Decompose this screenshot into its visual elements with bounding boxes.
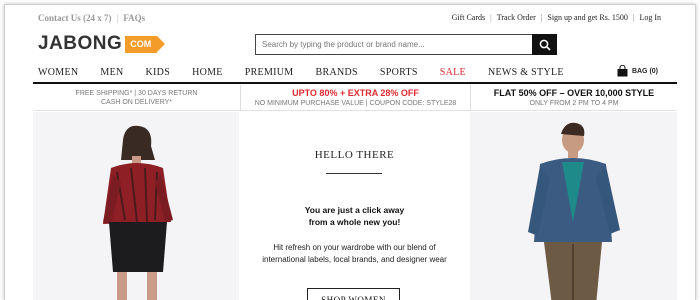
man-model-illustration [528, 122, 620, 300]
nav-news-style[interactable]: NEWS & STYLE [488, 67, 564, 78]
desc-line2: international labels, local brands, and … [262, 255, 447, 264]
promo-shipping-line1: FREE SHIPPING* | 30 DAYS RETURN [75, 89, 198, 97]
nav-kids[interactable]: KIDS [146, 67, 171, 78]
promo-discount-sub: NO MINIMUM PURCHASE VALUE | COUPON CODE:… [254, 99, 457, 107]
nav-premium[interactable]: PREMIUM [245, 67, 294, 78]
shopping-bag-icon [617, 65, 628, 77]
nav-men[interactable]: MEN [100, 67, 123, 78]
search-bar [255, 34, 557, 55]
nav-home[interactable]: HOME [192, 67, 223, 78]
logo-text: JABONG [38, 33, 123, 54]
heading-underline [326, 173, 382, 174]
shop-women-button[interactable]: SHOP WOMEN [307, 288, 400, 300]
promo-shipping-line2: CASH ON DELIVERY* [100, 98, 173, 106]
banner-message: HELLO THERE You are just a click away fr… [239, 112, 470, 300]
promo-flash-sub: ONLY FROM 2 PM TO 4 PM [529, 99, 619, 107]
track-order-link[interactable]: Track Order [497, 13, 536, 22]
nav-divider [33, 82, 677, 84]
nav-sports[interactable]: SPORTS [380, 67, 418, 78]
promo-strip: FREE SHIPPING* | 30 DAYS RETURN CASH ON … [33, 85, 677, 111]
bag-label: BAG (0) [631, 67, 658, 75]
main-nav: WOMEN MEN KIDS HOME PREMIUM BRANDS SPORT… [38, 67, 586, 78]
logo[interactable]: JABONG COM [38, 32, 166, 56]
utility-left: Contact Us (24 x 7) | FAQs [38, 13, 145, 23]
promo-flash-headline: FLAT 50% OFF – OVER 10,000 STYLE [493, 87, 655, 98]
search-icon [539, 39, 551, 51]
tagline-line1: You are just a click away [304, 205, 405, 215]
nav-brands[interactable]: BRANDS [316, 67, 358, 78]
hero-banner: HELLO THERE You are just a click away fr… [33, 112, 677, 300]
promo-flash[interactable]: FLAT 50% OFF – OVER 10,000 STYLE ONLY FR… [470, 85, 677, 110]
utility-right: Gift Cards | Track Order | Sign up and get… [452, 13, 661, 22]
search-input[interactable] [255, 34, 532, 55]
promo-discount[interactable]: UPTO 80% + EXTRA 28% OFF NO MINIMUM PURC… [240, 85, 470, 110]
promo-shipping: FREE SHIPPING* | 30 DAYS RETURN CASH ON … [33, 85, 240, 110]
nav-sale[interactable]: SALE [440, 67, 466, 78]
page-frame: Contact Us (24 x 7) | FAQs Gift Cards | Tra… [4, 4, 696, 300]
search-button[interactable] [532, 34, 557, 55]
nav-women[interactable]: WOMEN [38, 67, 78, 78]
banner-heading: HELLO THERE [314, 149, 395, 161]
banner-tagline: You are just a click away from a whole n… [239, 204, 470, 228]
man-model-image[interactable] [470, 112, 677, 300]
banner-description: Hit refresh on your wardrobe with our bl… [239, 242, 470, 266]
divider: | [540, 13, 543, 22]
woman-model-image[interactable] [33, 112, 239, 300]
divider: | [490, 13, 492, 22]
desc-line1: Hit refresh on your wardrobe with our bl… [273, 243, 436, 252]
logo-badge: COM [125, 35, 166, 53]
signup-link[interactable]: Sign up and get Rs. 1500 [547, 13, 627, 22]
gift-cards-link[interactable]: Gift Cards [452, 13, 486, 22]
tagline-line2: from a whole new you! [308, 217, 401, 227]
divider: | [632, 13, 635, 22]
contact-us-link[interactable]: Contact Us (24 x 7) [38, 13, 112, 23]
login-link[interactable]: Log In [639, 13, 661, 22]
faqs-link[interactable]: FAQs [123, 13, 145, 23]
promo-discount-headline: UPTO 80% + EXTRA 28% OFF [292, 87, 419, 98]
bag-button[interactable]: BAG (0) [617, 65, 658, 77]
divider: | [116, 13, 119, 23]
woman-model-illustration [103, 125, 173, 300]
